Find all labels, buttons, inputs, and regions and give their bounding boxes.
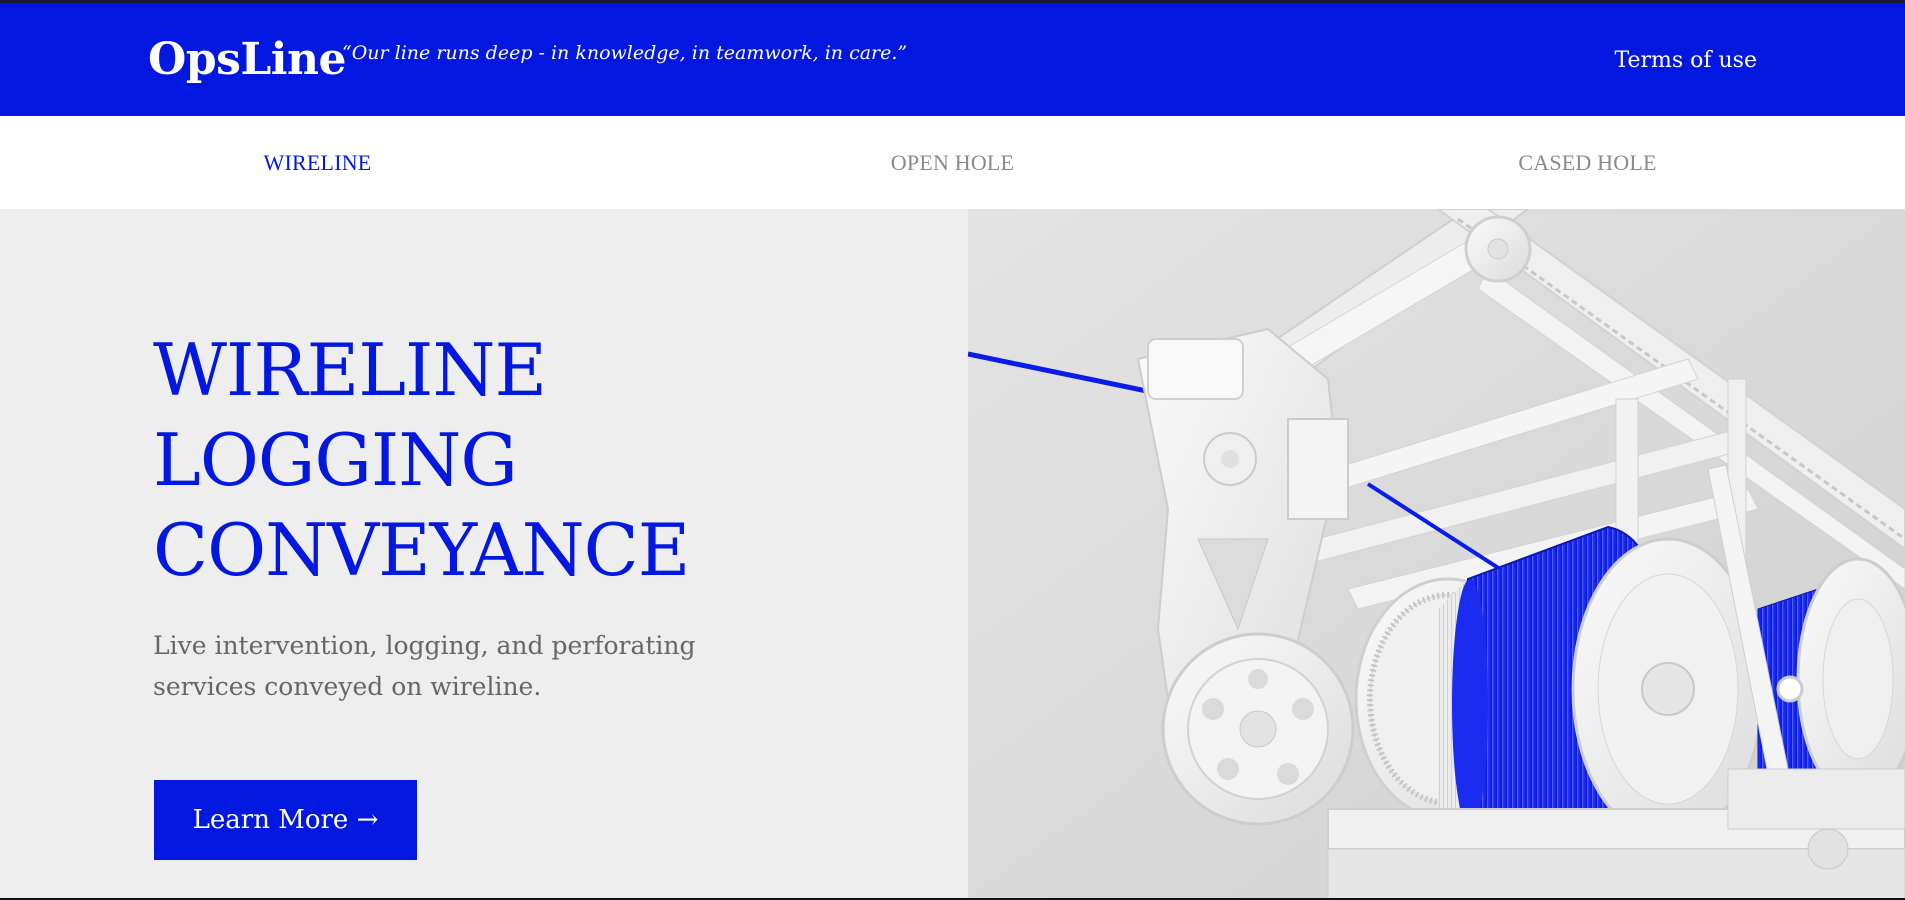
hero-title-line: LOGGING [153, 418, 518, 502]
hero-title: WIRELINE LOGGING CONVEYANCE [153, 325, 690, 595]
terms-of-use-link[interactable]: Terms of use [1614, 46, 1757, 76]
site-tagline: “Our line runs deep - in knowledge, in t… [342, 42, 908, 64]
hero-text-panel: WIRELINE LOGGING CONVEYANCE Live interve… [0, 209, 968, 900]
hero-image [968, 209, 1905, 900]
hero-title-line: WIRELINE [153, 328, 547, 412]
learn-more-button[interactable]: Learn More → [154, 780, 417, 860]
wireline-winch-illustration [968, 209, 1905, 900]
hero-title-line: CONVEYANCE [153, 508, 690, 592]
site-header: OpsLine “Our line runs deep - in knowled… [0, 3, 1905, 116]
tab-cased-hole[interactable]: CASED HOLE [1270, 116, 1905, 209]
hero-subtitle: Live intervention, logging, and perforat… [153, 631, 696, 701]
service-tabs: WIRELINE OPEN HOLE CASED HOLE [0, 116, 1905, 209]
tab-wireline[interactable]: WIRELINE [0, 116, 635, 209]
site-logo[interactable]: OpsLine [148, 30, 347, 90]
tab-open-hole[interactable]: OPEN HOLE [635, 116, 1270, 209]
